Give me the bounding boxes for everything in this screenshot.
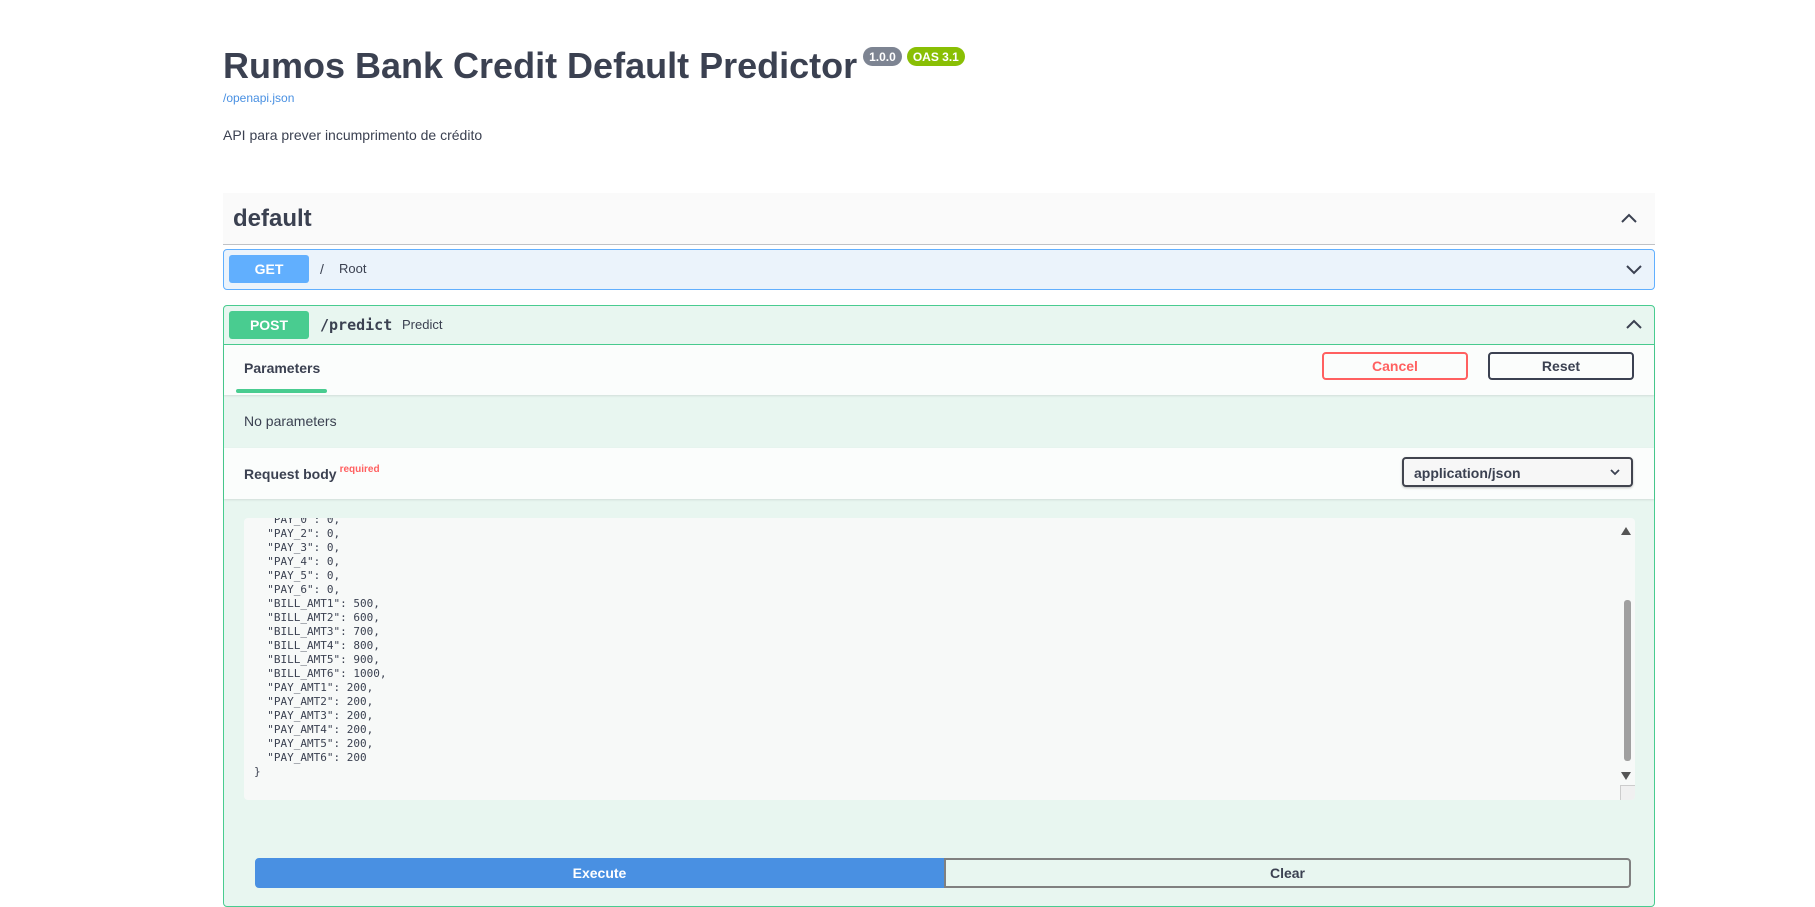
api-title-row: Rumos Bank Credit Default Predictor 1.0.… xyxy=(223,44,965,88)
request-body-title: Request body xyxy=(244,466,337,482)
scroll-up-arrow-icon[interactable] xyxy=(1621,527,1631,535)
request-body-editor[interactable]: "PAY_0": 0, "PAY_2": 0, "PAY_3": 0, "PAY… xyxy=(244,518,1635,800)
version-badge: 1.0.0 xyxy=(863,47,902,66)
tab-parameters[interactable]: Parameters xyxy=(244,360,320,376)
request-body-label: Request body required xyxy=(244,464,380,482)
operation-post-predict: POST /predict Predict Parameters Cancel … xyxy=(223,305,1655,907)
required-marker: required xyxy=(339,464,380,475)
operation-path: /predict xyxy=(320,316,393,334)
operation-get-root: GET / Root xyxy=(223,249,1655,290)
chevron-down-icon xyxy=(1610,469,1620,476)
active-tab-indicator xyxy=(236,389,327,393)
resize-handle-icon[interactable] xyxy=(1620,785,1635,800)
scroll-down-arrow-icon[interactable] xyxy=(1621,772,1631,780)
chevron-down-icon[interactable] xyxy=(1622,257,1646,281)
scrollbar-thumb[interactable] xyxy=(1624,600,1631,761)
content-type-value: application/json xyxy=(1414,465,1521,481)
chevron-up-icon[interactable] xyxy=(1617,207,1641,231)
execute-button[interactable]: Execute xyxy=(255,858,944,888)
method-badge-get: GET xyxy=(229,255,309,283)
clear-button[interactable]: Clear xyxy=(944,858,1631,888)
operation-summary[interactable]: POST /predict Predict xyxy=(224,306,1654,345)
parameters-header: Parameters Cancel Reset xyxy=(224,345,1654,395)
operation-summary-text: Predict xyxy=(402,317,443,332)
no-parameters-text: No parameters xyxy=(244,413,337,429)
tag-section-default[interactable]: default xyxy=(223,193,1655,245)
request-body-code[interactable]: "PAY_0": 0, "PAY_2": 0, "PAY_3": 0, "PAY… xyxy=(254,518,386,779)
oas-badge: OAS 3.1 xyxy=(906,47,965,66)
chevron-up-icon[interactable] xyxy=(1622,313,1646,337)
reset-button[interactable]: Reset xyxy=(1488,352,1634,380)
openapi-spec-link[interactable]: /openapi.json xyxy=(223,91,294,105)
operation-path: / xyxy=(320,261,324,277)
request-body-header: Request body required application/json xyxy=(224,448,1654,499)
content-type-select[interactable]: application/json xyxy=(1402,457,1633,487)
page-title: Rumos Bank Credit Default Predictor xyxy=(223,45,858,86)
cancel-button[interactable]: Cancel xyxy=(1322,352,1468,380)
operation-summary[interactable]: GET / Root xyxy=(224,250,1654,288)
method-badge-post: POST xyxy=(229,311,309,339)
api-description: API para prever incumprimento de crédito xyxy=(223,127,483,143)
operation-summary-text: Root xyxy=(339,261,367,276)
tag-name: default xyxy=(233,205,312,232)
